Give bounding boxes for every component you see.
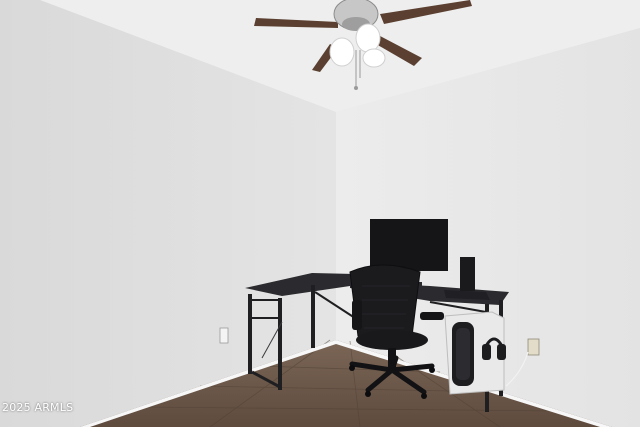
room-photo: 2025 ARMLS <box>0 0 640 427</box>
room-illustration <box>0 0 640 427</box>
watermark: 2025 ARMLS <box>2 401 74 414</box>
pc-tower <box>444 311 506 395</box>
fan-light <box>355 23 381 53</box>
wall-outlet-left <box>219 327 229 344</box>
fan-light <box>362 48 386 68</box>
desk-speaker <box>460 257 475 291</box>
wall-outlet-right <box>527 338 540 356</box>
fan-light <box>329 37 355 67</box>
